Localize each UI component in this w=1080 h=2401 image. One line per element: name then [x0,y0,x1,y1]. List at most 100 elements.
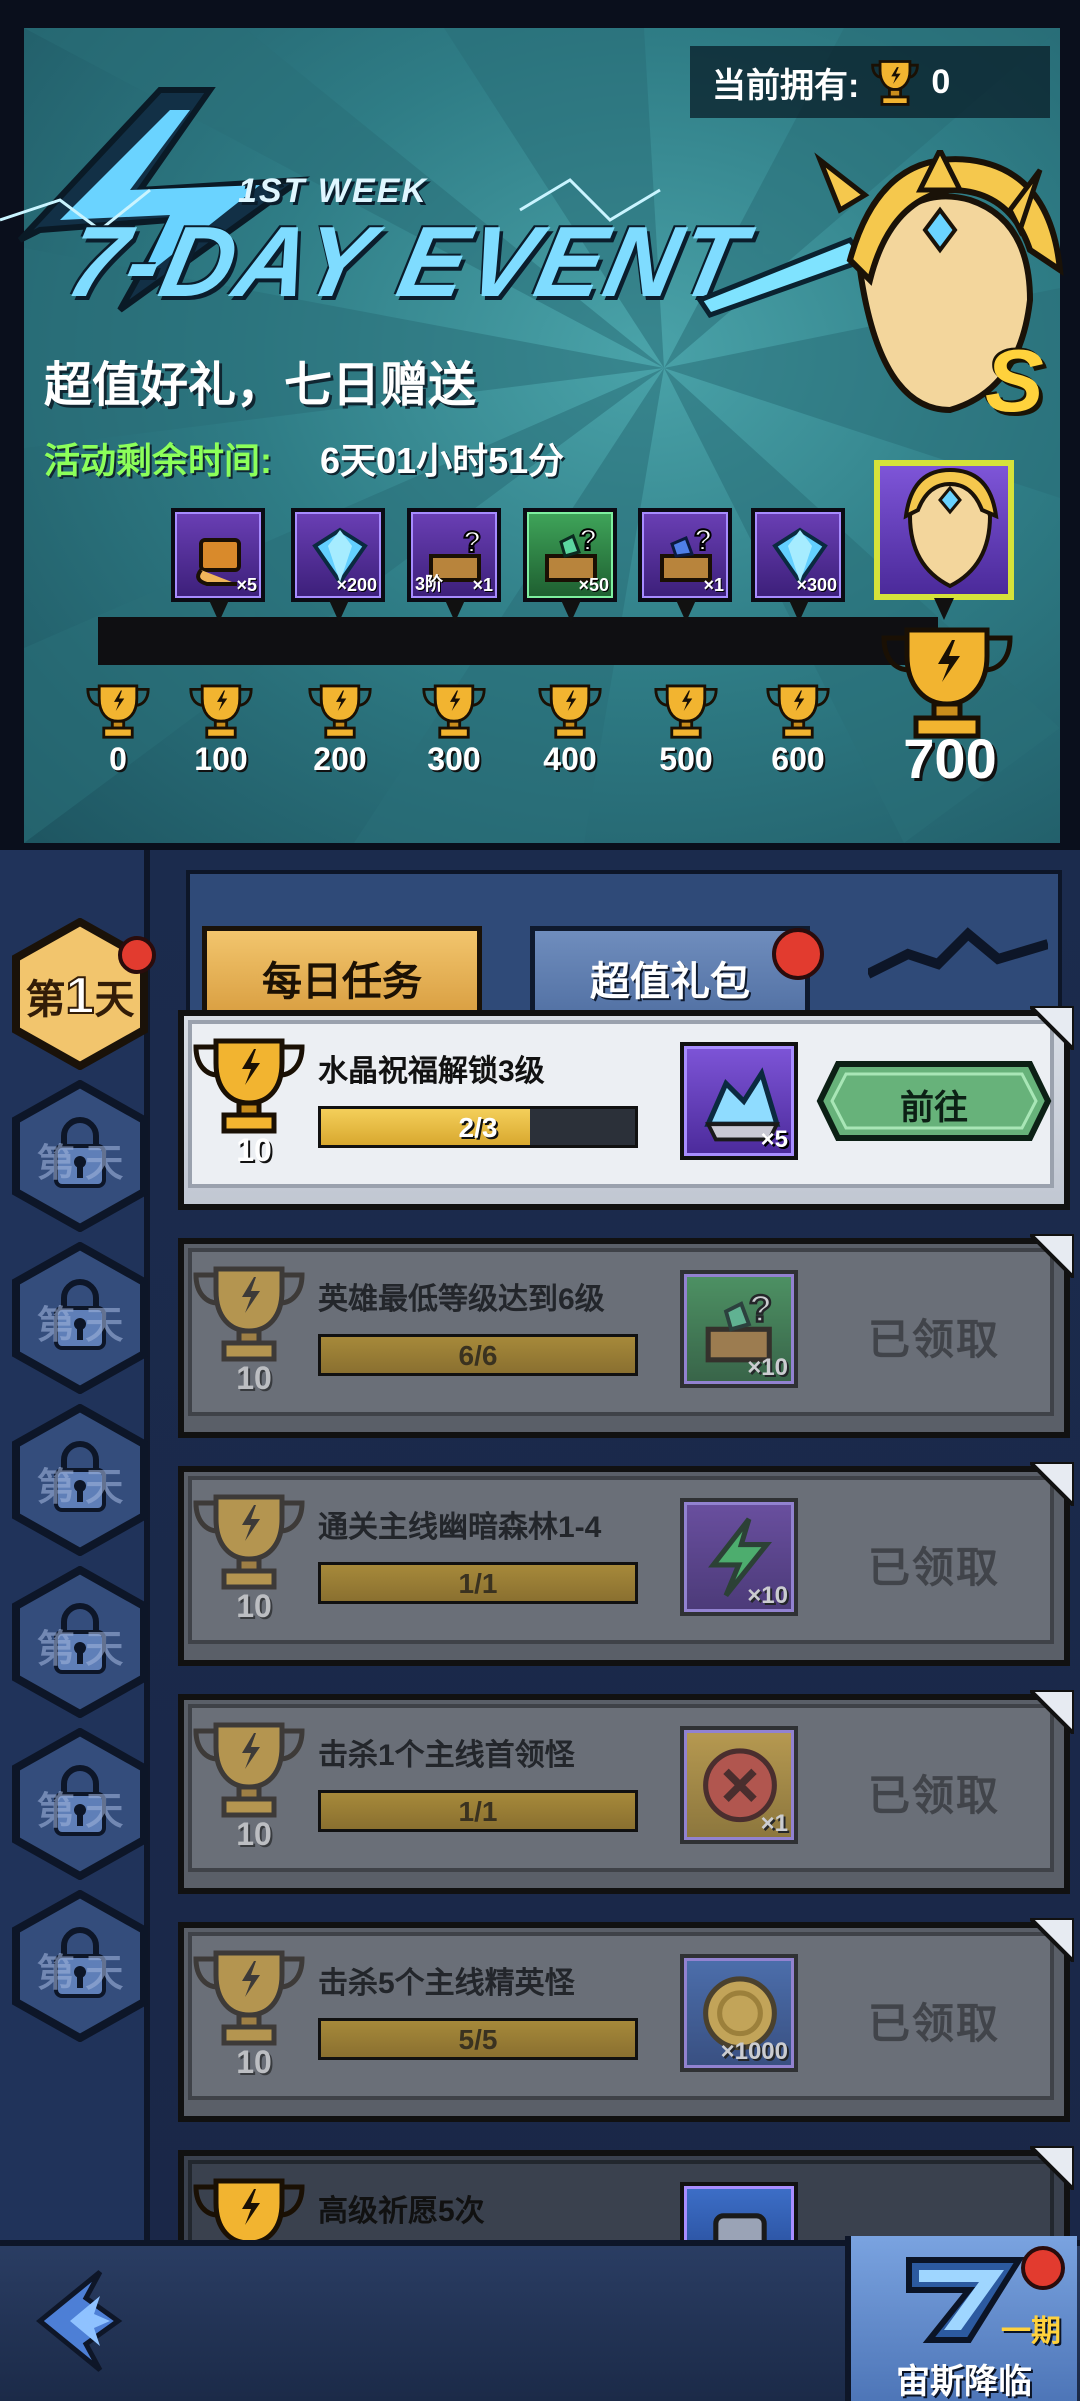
grand-milestone-value: 700 [903,727,997,790]
corner-fold-icon [1030,1462,1074,1506]
back-logo-icon[interactable] [30,2266,150,2376]
day-tab-4[interactable]: 第 天 [10,1403,150,1557]
grand-trophy-icon [881,627,1013,739]
trophy-icon [422,684,486,739]
task-progress-text: 5/5 [458,2024,498,2055]
task-row: 10 通关主线幽暗森林1-4 1/1 ×10 已领取 [178,1462,1074,1666]
day-tab-1[interactable]: 第1天 [10,917,156,1071]
day-tab-6[interactable]: 第 天 [10,1727,150,1881]
trophy-icon [193,1266,305,1362]
task-name: 通关主线幽暗森林1-4 [318,1511,602,1544]
day-tab-1-label: 第1天 [10,966,150,1026]
trophy-icon [871,60,920,106]
locked-day-label: 第 天 [36,1953,124,1995]
claimed-status-label: 已领取 [868,2000,1001,2047]
day-tab-2[interactable]: 第 天 [10,1079,150,1233]
points-progress-track [98,617,938,665]
day-tab-5[interactable]: 第 天 [10,1565,150,1719]
trophy-icon [766,684,830,739]
svg-text:?: ? [579,524,597,557]
task-progress-bar: 2/3 [318,1106,638,1148]
task-tabs-bar: 每日任务 超值礼包 [186,870,1062,1030]
task-points: 10 [236,1588,272,1624]
tab-daily-label: 每日任务 [262,960,422,1004]
task-progress-text: 2/3 [458,1112,498,1143]
reward-quantity: ×1 [703,575,724,595]
go-button[interactable]: 前往 [816,1060,1052,1142]
seven-day-event-screen: 当前拥有: 0 1ST WEEK 7-DAY EVENT 超值好礼，七日赠送 活… [0,0,1080,2401]
trophy-icon [189,684,253,739]
bundle-notification-dot [772,928,824,980]
task-row: 10 击杀1个主线首领怪 1/1 ×1 已领取 [178,1690,1074,1894]
task-progress-bar: 1/1 [318,1790,638,1832]
task-reward-item[interactable]: ×10 [680,1498,798,1616]
trophy-icon [193,1038,305,1134]
event-banner: 当前拥有: 0 1ST WEEK 7-DAY EVENT 超值好礼，七日赠送 活… [0,0,1080,850]
task-panel: 第1天 第 天第 天第 天第 天第 天第 天 每日任务 超值礼包 10 水晶祝福解… [0,850,1080,2350]
locked-day-label: 第 天 [36,1305,124,1347]
event-slogan: 超值好礼，七日赠送 [44,359,477,412]
day-1-notification-dot [118,936,156,974]
trophy-icon [654,684,718,739]
reward-tier-label: 3阶 [415,574,444,594]
task-name: 英雄最低等级达到6级 [318,1283,605,1316]
task-progress-text: 1/1 [458,1568,498,1599]
hero-reward-box[interactable] [874,460,1014,600]
trophy-icon [538,684,602,739]
reward-pointer [445,600,465,622]
corner-fold-icon [1030,1006,1074,1050]
event-phase-label: 一期 [1001,2315,1061,2348]
day-prefix: 第 [25,978,66,1022]
milestone-reward-4[interactable]: ? ×50 [523,508,617,602]
milestone-reward-5[interactable]: ? ×1 [638,508,732,602]
day-number: 1 [65,966,96,1026]
milestone-reward-6[interactable]: ×300 [751,508,845,602]
timer-label: 活动剩余时间: [44,440,272,481]
milestone-marker: 600 [758,680,838,778]
zeus-notification-dot [1021,2246,1065,2290]
task-name: 水晶祝福解锁3级 [318,1055,545,1088]
trophy-icon [193,1494,305,1590]
locked-day-label: 第 天 [36,1467,124,1509]
owned-count: 0 [931,62,951,101]
milestone-reward-1[interactable]: ×5 [171,508,265,602]
claimed-status-label: 已领取 [868,1544,1001,1591]
milestone-reward-3[interactable]: ? 3阶 ×1 [407,508,501,602]
svg-text:?: ? [694,524,712,557]
task-reward-item[interactable]: ×5 [680,1042,798,1160]
milestone-reward-2[interactable]: ×200 [291,508,385,602]
reward-pointer [561,600,581,622]
corner-fold-icon [1030,1690,1074,1734]
locked-day-label: 第 天 [36,1791,124,1833]
task-row: 10 击杀5个主线精英怪 5/5 ×1000 已领取 [178,1918,1074,2122]
corner-fold-icon [1030,1918,1074,1962]
claimed-status-label: 已领取 [868,1772,1001,1819]
milestone-marker: 200 [300,680,380,778]
task-progress-bar: 1/1 [318,1562,638,1604]
locked-day-label: 第 天 [36,1629,124,1671]
day-tab-7[interactable]: 第 天 [10,1889,150,2043]
task-points: 10 [236,1132,272,1168]
task-reward-quantity: ×5 [760,1126,788,1153]
reward-pointer [676,600,696,622]
task-progress-bar: 5/5 [318,2018,638,2060]
day-tab-3[interactable]: 第 天 [10,1241,150,1395]
task-reward-quantity: ×1000 [720,2038,788,2065]
svg-text:?: ? [749,1288,772,1331]
task-reward-item[interactable]: ×1000 [680,1954,798,2072]
zeus-event-label: 宙斯降临 [896,2363,1032,2401]
task-name: 击杀1个主线首领怪 [318,1739,575,1772]
task-name: 高级祈愿5次 [318,2195,485,2228]
milestone-value: 0 [109,741,127,777]
zeus-event-button[interactable]: 一期 宙斯降临 [845,2236,1077,2401]
task-points: 10 [236,1816,272,1852]
crack-decoration [868,927,1048,979]
task-reward-item[interactable]: ×1 [680,1726,798,1844]
task-row: 10 水晶祝福解锁3级 2/3 ×5 前往 [178,1006,1074,1210]
milestone-marker: 400 [530,680,610,778]
trophy-icon [193,1950,305,2046]
reward-quantity: ×5 [236,575,257,595]
milestone-value: 300 [427,741,481,777]
milestone-value: 100 [194,741,248,777]
task-reward-item[interactable]: ? ×10 [680,1270,798,1388]
